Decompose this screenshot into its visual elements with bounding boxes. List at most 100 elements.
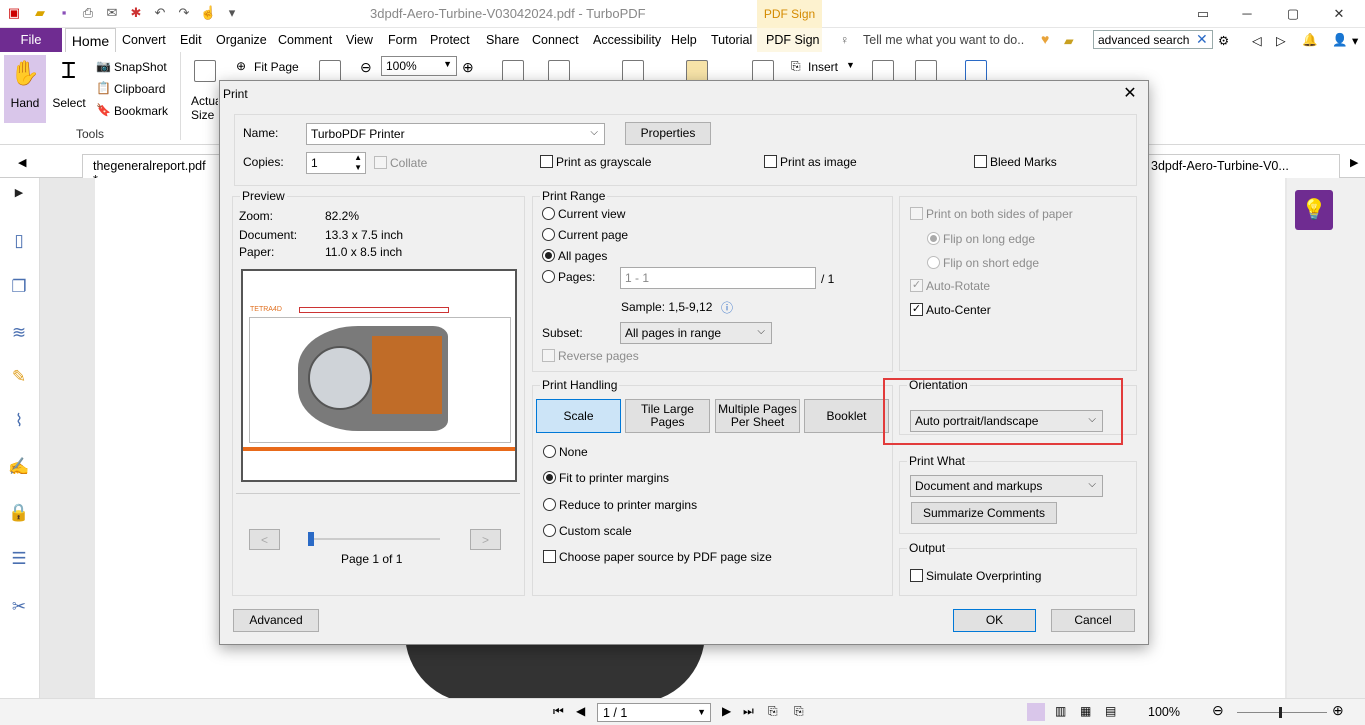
email-icon[interactable]: ✉ — [104, 5, 120, 21]
print-what-select[interactable]: Document and markups ⌵ — [910, 475, 1103, 497]
advanced-button[interactable]: Advanced — [233, 609, 319, 632]
menu-accessibility[interactable]: Accessibility — [593, 33, 661, 47]
scale-none-radio[interactable] — [543, 445, 556, 458]
insert-chevron-icon[interactable]: ▼ — [846, 60, 855, 70]
summarize-comments-button[interactable]: Summarize Comments — [911, 502, 1057, 524]
previous-view-icon[interactable]: ⎘ — [768, 704, 778, 719]
undo-icon[interactable]: ↶ — [152, 5, 168, 21]
pages-icon[interactable]: ❐ — [8, 276, 30, 298]
layers-icon[interactable]: ≋ — [8, 322, 30, 344]
tips-lightbulb-icon[interactable]: 💡 — [1295, 190, 1333, 230]
close-window-button[interactable]: ✕ — [1316, 0, 1362, 28]
zoom-slider[interactable] — [1237, 712, 1327, 713]
paper-source-checkbox[interactable] — [543, 550, 556, 563]
zoom-select[interactable]: 100% ▼ — [381, 56, 457, 76]
all-pages-radio[interactable] — [542, 249, 555, 262]
single-page-icon[interactable] — [1027, 703, 1045, 721]
dialog-close-icon[interactable]: ✕ — [1120, 84, 1140, 104]
first-page-icon[interactable]: ⏮ — [553, 704, 564, 719]
comments-icon[interactable]: ✎ — [8, 366, 30, 388]
zoom-in-icon[interactable]: ⊕ — [462, 59, 474, 76]
tab-aero-turbine[interactable]: 3dpdf-Aero-Turbine-V0... — [1140, 154, 1340, 178]
tell-me-search[interactable]: Tell me what you want to do.. — [863, 33, 1024, 47]
highlight-icon[interactable] — [686, 60, 708, 82]
tabs-scroll-left-icon[interactable]: ◀ — [18, 156, 26, 169]
stepper-arrows-icon[interactable]: ▲ ▼ — [354, 153, 362, 173]
facing-icon[interactable]: ▦ — [1080, 704, 1091, 718]
edit-object-icon[interactable] — [548, 60, 570, 82]
insert-button[interactable]: Insert — [808, 60, 838, 74]
tile-large-pages-tab[interactable]: Tile Large Pages — [625, 399, 710, 433]
select-tool-button[interactable]: Ꮖ Select — [52, 58, 86, 130]
hand-quick-icon[interactable]: ☝ — [200, 5, 216, 21]
expand-panel-icon[interactable]: ▶ — [8, 182, 30, 204]
menu-comment[interactable]: Comment — [278, 33, 332, 47]
menu-connect[interactable]: Connect — [532, 33, 579, 47]
heart-icon[interactable]: ♥ — [1041, 31, 1049, 47]
flip-short-edge-radio[interactable] — [927, 256, 940, 269]
ok-button[interactable]: OK — [953, 609, 1036, 632]
preview-page-slider[interactable] — [308, 538, 440, 540]
menu-organize[interactable]: Organize — [216, 33, 267, 47]
status-zoom-out-icon[interactable]: ⊖ — [1212, 702, 1224, 719]
print-as-image-checkbox[interactable] — [764, 155, 777, 168]
reduce-margins-radio[interactable] — [543, 498, 556, 511]
menu-form[interactable]: Form — [388, 33, 417, 47]
last-page-icon[interactable]: ⏭ — [743, 704, 754, 719]
fit-page-button[interactable]: Fit Page — [254, 60, 299, 74]
attachments-icon[interactable]: ⌇ — [8, 410, 30, 432]
menu-tutorial[interactable]: Tutorial — [711, 33, 752, 47]
grayscale-checkbox[interactable] — [540, 155, 553, 168]
save-icon[interactable]: ▪ — [56, 5, 72, 21]
scale-tab[interactable]: Scale — [536, 399, 621, 433]
collate-checkbox[interactable] — [374, 156, 387, 169]
next-view-icon[interactable]: ⎘ — [794, 704, 804, 719]
print-both-sides-checkbox[interactable] — [910, 207, 923, 220]
signature-icon[interactable]: ✍ — [8, 456, 30, 478]
reverse-pages-checkbox[interactable] — [542, 349, 555, 362]
copies-stepper[interactable]: 1 ▲ ▼ — [306, 152, 366, 174]
preview-slider-thumb[interactable] — [308, 532, 314, 546]
find-folder-icon[interactable]: ▰ — [1064, 33, 1074, 48]
certificate-icon[interactable]: ✂ — [8, 596, 30, 618]
user-icon[interactable]: 👤 — [1332, 33, 1348, 48]
pages-radio[interactable] — [542, 270, 555, 283]
booklet-tab[interactable]: Booklet — [804, 399, 889, 433]
clear-search-icon[interactable]: ✕ — [1196, 31, 1208, 48]
page-number-input[interactable]: 1 / 1 ▼ — [597, 703, 711, 722]
customize-chevron-icon[interactable]: ▾ — [224, 5, 240, 21]
continuous-icon[interactable]: ▥ — [1055, 704, 1066, 718]
properties-button[interactable]: Properties — [625, 122, 711, 145]
menu-help[interactable]: Help — [671, 33, 697, 47]
redo-icon[interactable]: ↷ — [176, 5, 192, 21]
tabs-scroll-right-icon[interactable]: ▶ — [1350, 156, 1358, 169]
next-page-icon[interactable]: ▶ — [722, 704, 731, 718]
file-menu[interactable]: File — [0, 28, 62, 52]
menu-convert[interactable]: Convert — [122, 33, 166, 47]
cover-icon[interactable]: ▤ — [1105, 704, 1116, 718]
auto-rotate-checkbox[interactable]: ✓ — [910, 279, 923, 292]
reflow-icon[interactable] — [319, 60, 341, 82]
auto-center-checkbox[interactable]: ✓ — [910, 303, 923, 316]
tab-general-report[interactable]: thegeneralreport.pdf * — [82, 154, 222, 187]
flip-long-edge-radio[interactable] — [927, 232, 940, 245]
snapshot-button[interactable]: SnapShot — [114, 60, 167, 74]
fit-margins-radio[interactable] — [543, 471, 556, 484]
typewriter-icon[interactable] — [622, 60, 644, 82]
edit-text-icon[interactable] — [502, 60, 524, 82]
bookmark-button[interactable]: Bookmark — [114, 104, 168, 118]
bleed-marks-checkbox[interactable] — [974, 155, 987, 168]
menu-view[interactable]: View — [346, 33, 373, 47]
page-thumbnail-icon[interactable]: ▯ — [8, 230, 30, 252]
sign-icon[interactable] — [965, 60, 987, 82]
pages-range-input[interactable]: 1 - 1 — [620, 267, 816, 289]
subset-select[interactable]: All pages in range ⌵ — [620, 322, 772, 344]
form-fields-icon[interactable]: ☰ — [8, 548, 30, 570]
security-lock-icon[interactable]: 🔒 — [8, 502, 30, 524]
search-input[interactable] — [1093, 30, 1213, 49]
info-icon[interactable]: ⓘ — [721, 299, 733, 316]
current-page-radio[interactable] — [542, 228, 555, 241]
scan-icon[interactable] — [872, 60, 894, 82]
prev-page-icon[interactable]: ◀ — [576, 704, 585, 718]
simulate-overprinting-checkbox[interactable] — [910, 569, 923, 582]
